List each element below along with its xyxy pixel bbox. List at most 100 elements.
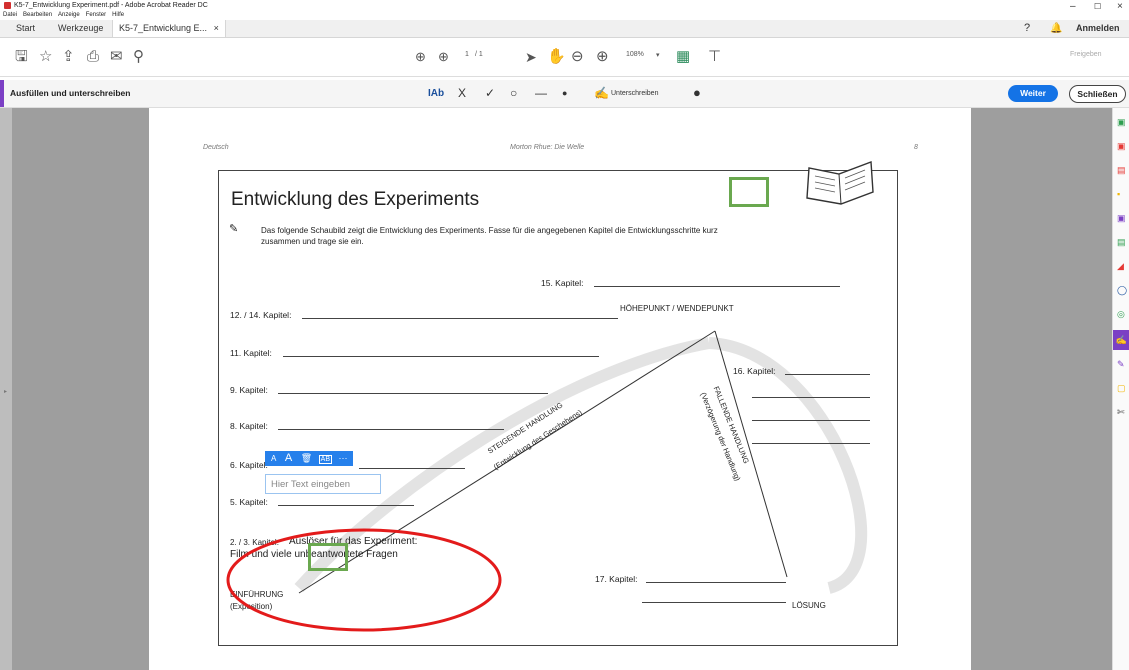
chapter-6-label: 6. Kapitel: (230, 460, 268, 470)
page-number-input[interactable]: 1 (465, 51, 469, 58)
save-icon[interactable]: 🖫 (15, 48, 28, 66)
tab-document-label: K5-7_Entwicklung E... (119, 23, 208, 33)
chapter-16-line-3[interactable] (752, 420, 870, 421)
chapter-12-14-label: 12. / 14. Kapitel: (230, 310, 292, 320)
share-button[interactable]: Freigeben (1070, 51, 1102, 58)
hand-tool-icon[interactable]: ✋ (547, 48, 566, 66)
help-icon[interactable]: ? (1024, 20, 1030, 37)
scroll-mode-icon[interactable]: ⊤ (708, 48, 721, 66)
header-page-number: 8 (914, 144, 918, 151)
zoom-in-icon[interactable]: ⊕ (596, 48, 609, 66)
continue-button[interactable]: Weiter (1008, 85, 1058, 102)
title-bar: K5-7_Entwicklung Experiment.pdf - Adobe … (0, 0, 1129, 12)
fill-sign-icon[interactable]: ✍ (1113, 330, 1129, 350)
menu-edit[interactable]: Bearbeiten (23, 12, 52, 18)
star-icon[interactable]: ☆ (39, 48, 52, 66)
chapter-5-line[interactable] (278, 505, 414, 506)
chapter-16-line-4[interactable] (752, 443, 870, 444)
sign-button[interactable]: Unterschreiben (611, 90, 658, 97)
create-pdf-icon[interactable]: ▣ (1117, 142, 1126, 151)
chapter-16-line-1[interactable] (785, 374, 870, 375)
worksheet-heading: Entwicklung des Experiments (231, 189, 480, 210)
protect-icon[interactable]: ◯ (1117, 286, 1127, 295)
upload-icon[interactable]: ⇪ (62, 48, 75, 66)
tab-close-icon[interactable]: × (214, 23, 219, 33)
more-options-icon[interactable]: ··· (339, 453, 348, 463)
menu-view[interactable]: Anzeige (58, 12, 80, 18)
header-book: Morton Rhue: Die Welle (510, 144, 585, 151)
menu-bar: Datei Bearbeiten Anzeige Fenster Hilfe (0, 11, 127, 20)
right-tools-panel: ▣ ▣ ▤ ▪ ▣ ▤ ◢ ◯ ◎ ✍ ✎ ▢ ✄ (1112, 108, 1129, 670)
chapter-11-line[interactable] (283, 356, 599, 357)
comb-field-icon[interactable]: AB (318, 455, 333, 464)
organize-pages-icon[interactable]: ▤ (1117, 166, 1126, 175)
export-pdf-icon[interactable]: ▣ (1117, 118, 1126, 127)
edit-pdf-icon[interactable]: ▣ (1117, 214, 1126, 223)
signature-pen-icon[interactable]: ✍ (594, 86, 609, 100)
email-icon[interactable]: ✉ (110, 48, 123, 66)
comment-icon[interactable]: ▪ (1117, 190, 1126, 199)
maximize-button[interactable]: ☐ (1094, 0, 1101, 14)
page-down-icon[interactable]: ⊕ (438, 48, 449, 66)
send-for-signature-icon[interactable]: ✎ (1117, 360, 1126, 369)
menu-window[interactable]: Fenster (86, 12, 106, 18)
fill-sign-title: Ausfüllen und unterschreiben (10, 88, 131, 98)
chapter-6-line[interactable] (359, 468, 465, 469)
send-review-icon[interactable]: ▢ (1117, 384, 1126, 393)
optimize-icon[interactable]: ◎ (1117, 310, 1126, 319)
check-mark-icon[interactable]: ✓ (485, 86, 495, 100)
chapter-8-line[interactable] (278, 429, 504, 430)
tab-start[interactable]: Start (16, 20, 35, 37)
page-display-icon[interactable]: ▦ (676, 48, 690, 66)
increase-font-button[interactable]: A (285, 452, 292, 464)
tab-tools[interactable]: Werkzeuge (58, 20, 103, 37)
fill-sign-toolbar: Ausfüllen und unterschreiben IAb X ✓ ○ —… (0, 80, 1129, 108)
text-input-field[interactable]: Hier Text eingeben (265, 474, 381, 494)
request-signature-icon[interactable]: ◢ (1117, 262, 1126, 271)
chapter-8-label: 8. Kapitel: (230, 421, 268, 431)
add-text-tool[interactable]: IAb (428, 88, 444, 99)
pencil-icon: ✎ (229, 223, 239, 235)
chapter-17-line[interactable] (646, 582, 786, 583)
main-toolbar: 🖫 ☆ ⇪ ⎙ ✉ ⚲ ⊕ ⊕ 1 / 1 ➤ ✋ ⊖ ⊕ 108% ▾ ▦ ⊤… (0, 38, 1129, 77)
circle-icon[interactable]: ○ (510, 86, 517, 100)
chapter-5-label: 5. Kapitel: (230, 497, 268, 507)
sign-in-link[interactable]: Anmelden (1076, 20, 1120, 37)
minimize-button[interactable]: – (1070, 0, 1076, 14)
search-icon[interactable]: ⚲ (133, 48, 144, 66)
tools-icon[interactable]: ✄ (1117, 408, 1126, 417)
close-window-button[interactable]: × (1117, 0, 1123, 14)
chapter-11-label: 11. Kapitel: (230, 348, 272, 358)
zoom-out-icon[interactable]: ⊖ (571, 48, 584, 66)
print-icon[interactable]: ⎙ (87, 48, 99, 66)
book-icon (806, 161, 874, 205)
page-up-icon[interactable]: ⊕ (415, 48, 426, 66)
menu-help[interactable]: Hilfe (112, 12, 124, 18)
red-ellipse-annotation (226, 528, 502, 632)
bell-icon[interactable]: 🔔 (1050, 20, 1062, 37)
header-subject: Deutsch (203, 144, 229, 151)
color-picker-icon[interactable]: ● (693, 85, 701, 100)
cross-mark-icon[interactable]: X (458, 86, 466, 100)
dot-icon[interactable]: ● (562, 88, 567, 98)
left-panel-toggle[interactable]: ▸ (0, 108, 12, 670)
chapter-9-line[interactable] (278, 393, 548, 394)
chapter-9-label: 9. Kapitel: (230, 385, 268, 395)
delete-icon[interactable]: 🗑 (301, 453, 312, 463)
chapter-12-14-line[interactable] (302, 318, 618, 319)
chapter-15-label: 15. Kapitel: (541, 278, 584, 288)
select-cursor-icon[interactable]: ➤ (525, 48, 537, 66)
chapter-15-line[interactable] (594, 286, 840, 287)
zoom-level[interactable]: 108% (626, 51, 644, 58)
line-icon[interactable]: — (535, 86, 547, 100)
chapter-16-line-2[interactable] (752, 397, 870, 398)
text-format-toolbar: A A 🗑 AB ··· (265, 451, 353, 466)
resolution-label: LÖSUNG (792, 601, 826, 610)
combine-files-icon[interactable]: ▤ (1117, 238, 1126, 247)
menu-file[interactable]: Datei (3, 12, 17, 18)
zoom-dropdown-icon[interactable]: ▾ (656, 51, 660, 59)
decrease-font-button[interactable]: A (271, 454, 276, 463)
close-button[interactable]: Schließen (1069, 85, 1126, 103)
chapter-17-line-2[interactable] (642, 602, 786, 603)
tab-document[interactable]: K5-7_Entwicklung E... × (112, 20, 226, 37)
